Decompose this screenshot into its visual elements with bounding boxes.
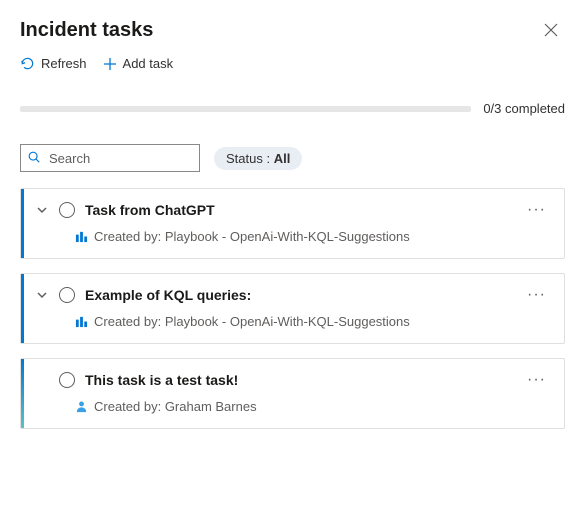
task-more-button[interactable]: ···	[523, 371, 550, 389]
close-icon	[544, 23, 558, 37]
expand-toggle[interactable]	[35, 204, 49, 216]
task-created-by: Created by: Playbook - OpenAi-With-KQL-S…	[94, 314, 410, 329]
search-icon	[27, 150, 41, 167]
status-prefix: Status :	[226, 151, 274, 166]
task-card: Example of KQL queries: ··· Created by: …	[20, 273, 565, 344]
refresh-icon	[20, 56, 35, 71]
task-title: Task from ChatGPT	[85, 202, 513, 218]
progress-row: 0/3 completed	[20, 101, 565, 116]
progress-bar	[20, 106, 471, 112]
task-header: Example of KQL queries: ···	[35, 286, 550, 304]
task-card: Task from ChatGPT ··· Created by: Playbo…	[20, 188, 565, 259]
task-created-by: Created by: Playbook - OpenAi-With-KQL-S…	[94, 229, 410, 244]
complete-toggle[interactable]	[59, 287, 75, 303]
progress-label: 0/3 completed	[483, 101, 565, 116]
status-filter[interactable]: Status : All	[214, 147, 302, 170]
complete-toggle[interactable]	[59, 202, 75, 218]
page-title: Incident tasks	[20, 19, 153, 42]
close-button[interactable]	[537, 16, 565, 44]
task-meta: Created by: Playbook - OpenAi-With-KQL-S…	[75, 229, 550, 244]
task-more-button[interactable]: ···	[523, 286, 550, 304]
search-input[interactable]	[47, 150, 193, 167]
plus-icon	[103, 57, 117, 71]
task-title: Example of KQL queries:	[85, 287, 513, 303]
complete-toggle[interactable]	[59, 372, 75, 388]
task-created-by: Created by: Graham Barnes	[94, 399, 257, 414]
task-header: This task is a test task! ···	[35, 371, 550, 389]
expand-toggle[interactable]	[35, 289, 49, 301]
task-more-button[interactable]: ···	[523, 201, 550, 219]
task-title: This task is a test task!	[85, 372, 513, 388]
chevron-down-icon	[36, 204, 48, 216]
add-task-button[interactable]: Add task	[103, 56, 174, 71]
search-box[interactable]	[20, 144, 200, 172]
add-task-label: Add task	[123, 56, 174, 71]
filter-row: Status : All	[20, 144, 565, 172]
chevron-down-icon	[36, 289, 48, 301]
panel-header: Incident tasks	[20, 16, 565, 44]
incident-tasks-panel: Incident tasks Refresh Add task 0/3 comp…	[0, 0, 585, 429]
toolbar: Refresh Add task	[20, 56, 565, 81]
user-icon	[75, 400, 88, 413]
refresh-label: Refresh	[41, 56, 87, 71]
playbook-icon	[75, 315, 88, 328]
refresh-button[interactable]: Refresh	[20, 56, 87, 71]
task-meta: Created by: Graham Barnes	[75, 399, 550, 414]
playbook-icon	[75, 230, 88, 243]
task-meta: Created by: Playbook - OpenAi-With-KQL-S…	[75, 314, 550, 329]
task-card: This task is a test task! ··· Created by…	[20, 358, 565, 429]
task-header: Task from ChatGPT ···	[35, 201, 550, 219]
status-value: All	[274, 151, 291, 166]
